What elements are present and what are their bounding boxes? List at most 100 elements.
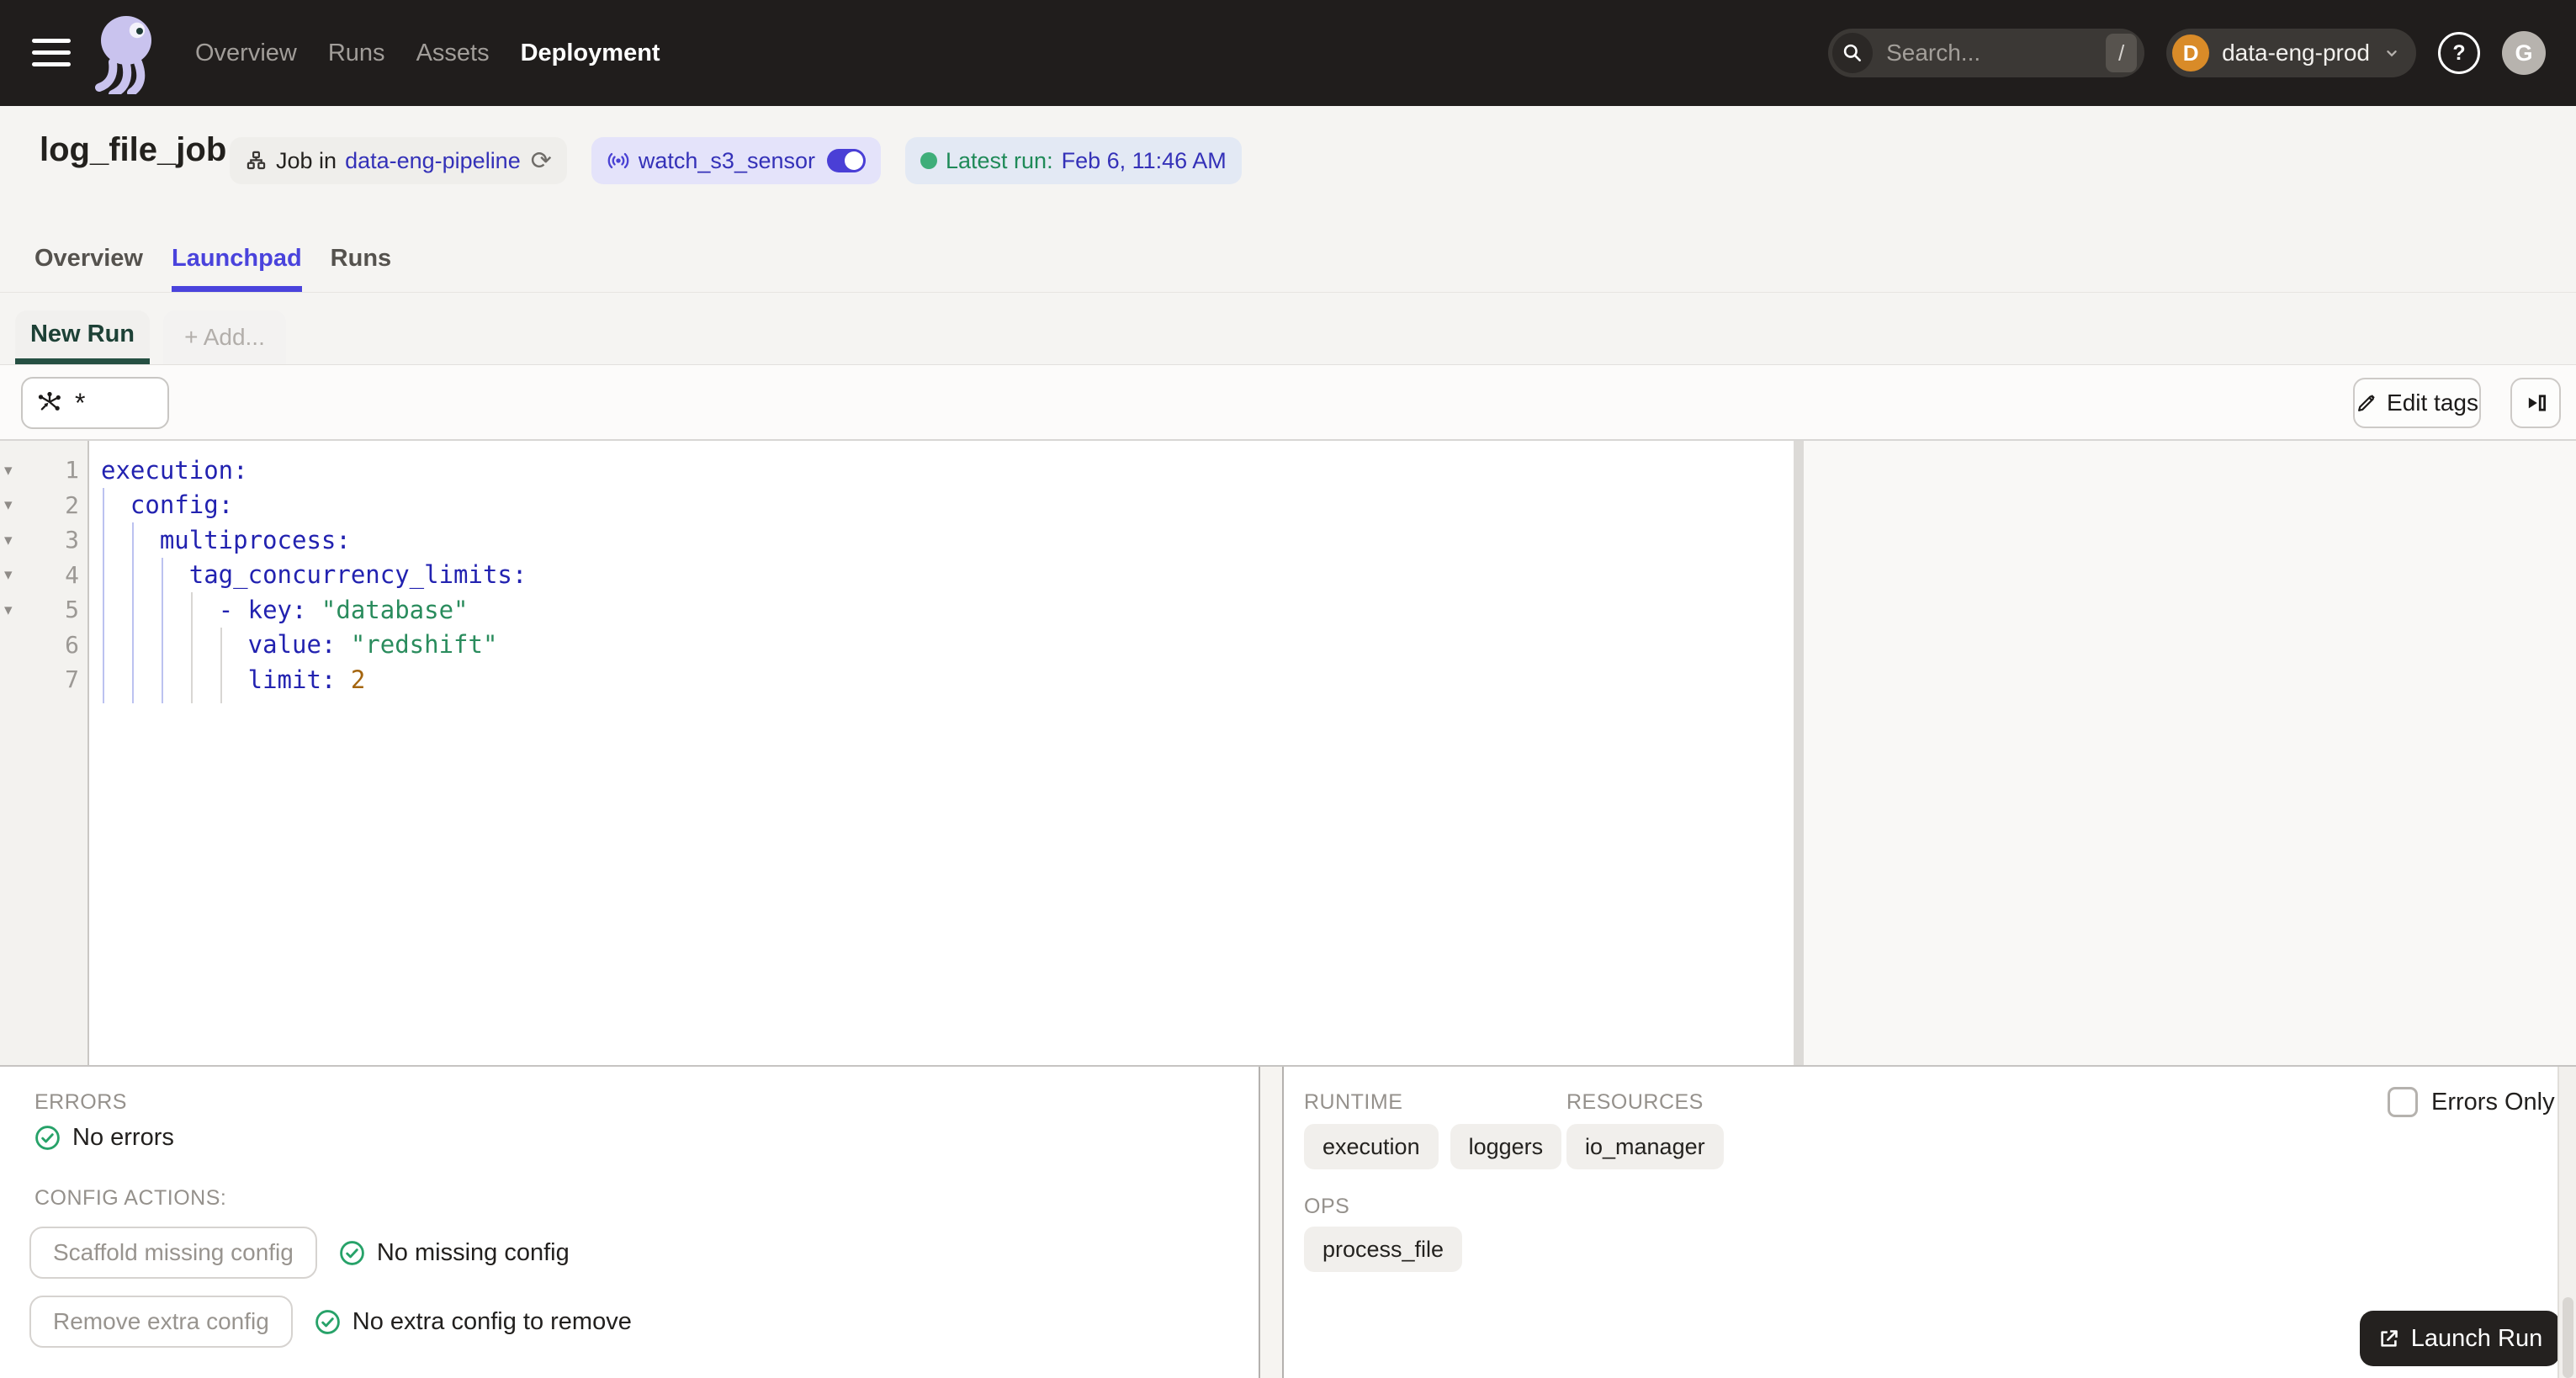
code-line[interactable]: 4 tag_concurrency_limits:: [0, 558, 1794, 593]
latest-run-badge: Latest run: Feb 6, 11:46 AM: [905, 137, 1242, 184]
tab-runs[interactable]: Runs: [331, 245, 392, 292]
scaffold-action-row: Scaffold missing config No missing confi…: [29, 1227, 570, 1279]
expand-panel-button[interactable]: [2510, 378, 2561, 428]
refresh-icon[interactable]: ⟳: [531, 146, 552, 176]
launch-run-button[interactable]: Launch Run: [2360, 1311, 2560, 1366]
errors-only-label: Errors Only: [2431, 1089, 2555, 1116]
code-line[interactable]: 3 multiprocess:: [0, 522, 1794, 558]
workspace-name: data-eng-prod: [2222, 40, 2370, 66]
ops-label: OPS: [1304, 1195, 1350, 1218]
code-line[interactable]: 6 value: "redshift": [0, 628, 1794, 663]
errors-section-label: ERRORS: [34, 1090, 127, 1114]
code-text[interactable]: tag_concurrency_limits:: [79, 560, 527, 589]
line-number: 5: [65, 596, 79, 624]
fold-arrow-icon[interactable]: [0, 601, 27, 619]
code-line[interactable]: 2 config:: [0, 488, 1794, 523]
bottom-panel-divider[interactable]: [1259, 1067, 1284, 1378]
scrollbar-thumb[interactable]: [2563, 1297, 2573, 1378]
resource-tag[interactable]: io_manager: [1566, 1124, 1724, 1169]
runtime-tag[interactable]: execution: [1304, 1124, 1439, 1169]
fold-arrow-icon[interactable]: [0, 496, 27, 514]
config-actions-label: CONFIG ACTIONS:: [34, 1186, 227, 1210]
search-box[interactable]: /: [1828, 29, 2145, 77]
fold-arrow-icon[interactable]: [0, 461, 27, 480]
code-text[interactable]: config:: [79, 490, 233, 519]
remove-status: No extra config to remove: [315, 1308, 632, 1336]
op-tag[interactable]: process_file: [1304, 1227, 1463, 1272]
job-tabs: Overview Launchpad Runs: [34, 245, 391, 292]
code-text[interactable]: value: "redshift": [79, 630, 498, 659]
job-badges: Job in data-eng-pipeline ⟳ watch_s3_sens…: [230, 137, 1242, 184]
code-text[interactable]: multiprocess:: [79, 526, 351, 554]
fold-arrow-icon[interactable]: [0, 565, 27, 584]
nav-item-deployment[interactable]: Deployment: [521, 40, 660, 67]
bottom-panel: ERRORS No errors CONFIG ACTIONS: Scaffol…: [0, 1065, 2576, 1378]
launch-icon: [2381, 1329, 2398, 1347]
op-selector-icon: [38, 391, 61, 411]
remove-status-text: No extra config to remove: [352, 1307, 632, 1335]
dagster-app: Overview Runs Assets Deployment / D data…: [0, 0, 2576, 1378]
add-config-tab-button[interactable]: + Add...: [163, 310, 286, 364]
job-graph-icon: [246, 151, 266, 169]
code-text[interactable]: - key: "database": [79, 596, 469, 624]
workspace-avatar: D: [2172, 34, 2210, 72]
code-text[interactable]: execution:: [79, 456, 248, 485]
job-header: log_file_job Job in data-eng-pipeline ⟳: [0, 106, 2576, 293]
user-avatar[interactable]: G: [2502, 31, 2546, 75]
line-number: 4: [65, 560, 79, 589]
line-number: 7: [65, 665, 79, 694]
page-title: log_file_job: [40, 131, 227, 168]
code-line[interactable]: 1 execution:: [0, 453, 1794, 488]
repo-link[interactable]: data-eng-pipeline: [345, 148, 521, 174]
sensor-link[interactable]: watch_s3_sensor: [639, 148, 815, 174]
errors-only-checkbox[interactable]: [2388, 1087, 2418, 1117]
no-errors-text: No errors: [72, 1124, 174, 1151]
hamburger-icon[interactable]: [32, 39, 71, 68]
code-line[interactable]: 7 limit: 2: [0, 662, 1794, 697]
top-nav: Overview Runs Assets Deployment / D data…: [0, 0, 2576, 106]
nav-item-assets[interactable]: Assets: [416, 40, 490, 67]
code-lines: 1 execution: 2 config: 3 multiprocess: 4…: [0, 453, 1794, 697]
dagster-logo[interactable]: [93, 13, 160, 98]
fold-arrow-icon[interactable]: [0, 531, 27, 549]
scrollbar[interactable]: [2557, 1067, 2576, 1378]
tab-launchpad[interactable]: Launchpad: [171, 245, 302, 292]
launch-run-label: Launch Run: [2410, 1324, 2543, 1352]
job-in-label: Job in: [276, 147, 337, 173]
runtime-tag[interactable]: loggers: [1450, 1124, 1562, 1169]
runtime-label: RUNTIME: [1304, 1090, 1403, 1114]
latest-run-label: Latest run:: [946, 147, 1053, 173]
sensor-toggle[interactable]: [827, 149, 866, 172]
config-editor[interactable]: 1 execution: 2 config: 3 multiprocess: 4…: [0, 441, 2576, 1065]
code-line[interactable]: 5 - key: "database": [0, 592, 1794, 628]
launchpad-toolbar: * Edit tags: [0, 365, 2576, 441]
help-icon[interactable]: ?: [2438, 32, 2480, 74]
edit-tags-button[interactable]: Edit tags: [2353, 378, 2481, 428]
search-shortcut-key: /: [2106, 34, 2138, 72]
code-text[interactable]: limit: 2: [79, 665, 366, 694]
check-circle-icon: [35, 1126, 60, 1150]
search-icon: [1832, 33, 1874, 73]
line-number: 1: [65, 456, 79, 485]
edit-tags-label: Edit tags: [2387, 390, 2478, 416]
scaffold-missing-config-button[interactable]: Scaffold missing config: [29, 1227, 317, 1279]
nav-item-runs[interactable]: Runs: [328, 40, 385, 67]
no-errors-row: No errors: [34, 1124, 174, 1152]
workspace-switcher[interactable]: D data-eng-prod: [2166, 29, 2416, 77]
tab-overview[interactable]: Overview: [34, 245, 143, 292]
editor-preview-panel: [1804, 441, 2576, 1065]
launchpad-tab-strip: New Run + Add...: [0, 293, 2576, 365]
resources-label: RESOURCES: [1566, 1090, 1704, 1114]
check-circle-icon: [315, 1309, 340, 1334]
remove-extra-config-button[interactable]: Remove extra config: [29, 1296, 293, 1348]
latest-run-link[interactable]: Feb 6, 11:46 AM: [1062, 148, 1227, 174]
run-config-tab-new-run[interactable]: New Run: [15, 310, 150, 364]
search-input[interactable]: [1884, 39, 2107, 67]
sensor-icon: [607, 152, 629, 169]
job-location-badge: Job in data-eng-pipeline ⟳: [230, 137, 567, 184]
remove-action-row: Remove extra config No extra config to r…: [29, 1296, 632, 1348]
nav-item-overview[interactable]: Overview: [195, 40, 297, 67]
editor-split-handle[interactable]: [1794, 441, 1804, 1065]
chevron-down-icon: [2387, 50, 2397, 57]
op-selector-input[interactable]: *: [21, 377, 169, 429]
